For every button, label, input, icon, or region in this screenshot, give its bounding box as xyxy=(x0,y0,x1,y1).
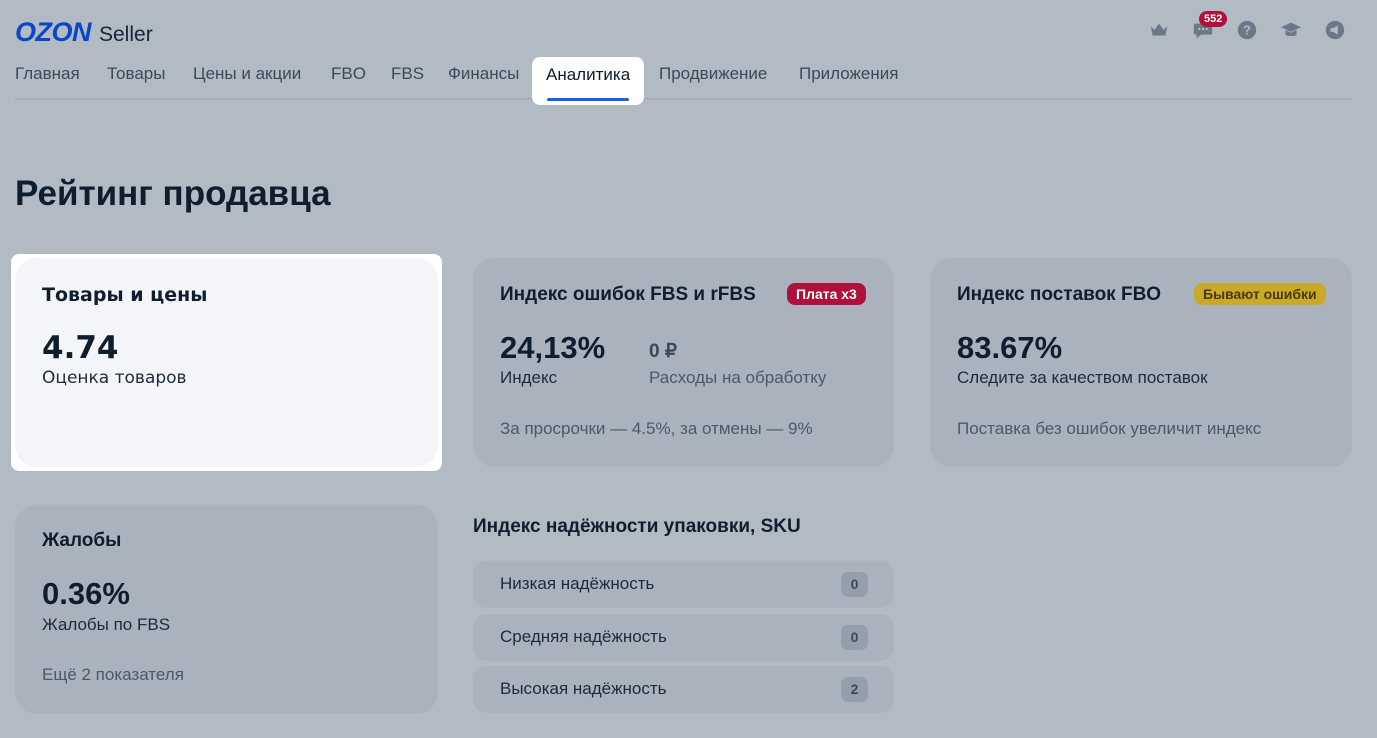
complaints-value: 0.36% xyxy=(42,576,130,611)
products-card-subtitle: Оценка товаров xyxy=(42,368,187,388)
nav-item-fbs[interactable]: FBS xyxy=(391,56,424,100)
chat-badge: 552 xyxy=(1199,11,1228,27)
products-card[interactable]: Товары и цены 4.74 Оценка товаров xyxy=(15,258,438,467)
nav-item-home[interactable]: Главная xyxy=(15,56,80,100)
fbs-errors-note: За просрочки — 4.5%, за отмены — 9% xyxy=(500,419,813,438)
fbs-errors-cost-label: Расходы на обработку xyxy=(649,368,827,387)
nav-item-prices[interactable]: Цены и акции xyxy=(193,56,301,100)
fbo-supply-value: 83.67% xyxy=(957,330,1063,365)
complaints-note[interactable]: Ещё 2 показателя xyxy=(42,665,184,685)
megaphone-icon[interactable] xyxy=(1323,18,1347,42)
fbs-errors-value: 24,13% xyxy=(500,330,606,365)
packaging-title: Индекс надёжности упаковки, SKU xyxy=(473,516,801,537)
main-nav: Главная Товары Цены и акции FBO FBS Фина… xyxy=(15,56,1352,105)
packaging-row-medium[interactable]: Средняя надёжность 0 xyxy=(473,614,894,661)
fbo-supply-card-title: Индекс поставок FBO xyxy=(957,284,1162,305)
nav-item-promotion[interactable]: Продвижение xyxy=(659,56,767,100)
chat-icon[interactable]: 552 xyxy=(1191,11,1228,42)
packaging-row-count: 2 xyxy=(841,677,868,702)
fbs-errors-card-title: Индекс ошибок FBS и rFBS xyxy=(500,284,756,305)
complaints-card[interactable]: Жалобы 0.36% Жалобы по FBS Ещё 2 показат… xyxy=(15,505,438,714)
nav-item-products[interactable]: Товары xyxy=(107,56,165,100)
packaging-row-label: Низкая надёжность xyxy=(500,574,655,593)
logo-seller-text: Seller xyxy=(99,23,153,46)
fbo-supply-card[interactable]: Индекс поставок FBO Бывают ошибки 83.67%… xyxy=(930,258,1352,467)
header: OZON Seller 552 ? Главная Товары Цены и … xyxy=(0,0,1377,110)
ozon-seller-logo[interactable]: OZON Seller xyxy=(15,17,153,48)
nav-item-fbo[interactable]: FBO xyxy=(331,56,366,100)
fbo-supply-note: Поставка без ошибок увеличит индекс xyxy=(957,419,1262,438)
complaints-subtitle: Жалобы по FBS xyxy=(42,615,171,634)
education-icon[interactable] xyxy=(1279,18,1303,42)
help-icon[interactable]: ? xyxy=(1235,18,1259,42)
packaging-row-low[interactable]: Низкая надёжность 0 xyxy=(473,561,894,608)
packaging-row-count: 0 xyxy=(841,572,868,597)
fbs-errors-card[interactable]: Индекс ошибок FBS и rFBS Плата x3 24,13%… xyxy=(473,258,894,467)
svg-text:?: ? xyxy=(1243,23,1251,38)
complaints-card-title: Жалобы xyxy=(42,530,122,551)
page-title: Рейтинг продавца xyxy=(15,174,331,213)
fbs-errors-value-label: Индекс xyxy=(500,368,558,387)
nav-item-apps[interactable]: Приложения xyxy=(799,56,898,100)
fbo-supply-badge: Бывают ошибки xyxy=(1194,283,1326,305)
header-icons: 552 ? xyxy=(1147,11,1347,42)
packaging-row-count: 0 xyxy=(841,625,868,650)
nav-item-analytics[interactable]: Аналитика xyxy=(532,57,645,105)
products-card-title: Товары и цены xyxy=(42,284,208,306)
fbs-errors-cost: 0 ₽ xyxy=(649,341,677,362)
logo-ozon-text: OZON xyxy=(15,17,92,47)
packaging-row-high[interactable]: Высокая надёжность 2 xyxy=(473,666,894,713)
fbo-supply-subtitle: Следите за качеством поставок xyxy=(957,368,1208,387)
crown-icon[interactable] xyxy=(1147,18,1171,42)
packaging-row-label: Высокая надёжность xyxy=(500,679,667,698)
packaging-row-label: Средняя надёжность xyxy=(500,627,667,646)
nav-item-finance[interactable]: Финансы xyxy=(448,56,519,100)
products-card-value: 4.74 xyxy=(42,330,119,366)
fbs-errors-badge: Плата x3 xyxy=(787,283,866,305)
